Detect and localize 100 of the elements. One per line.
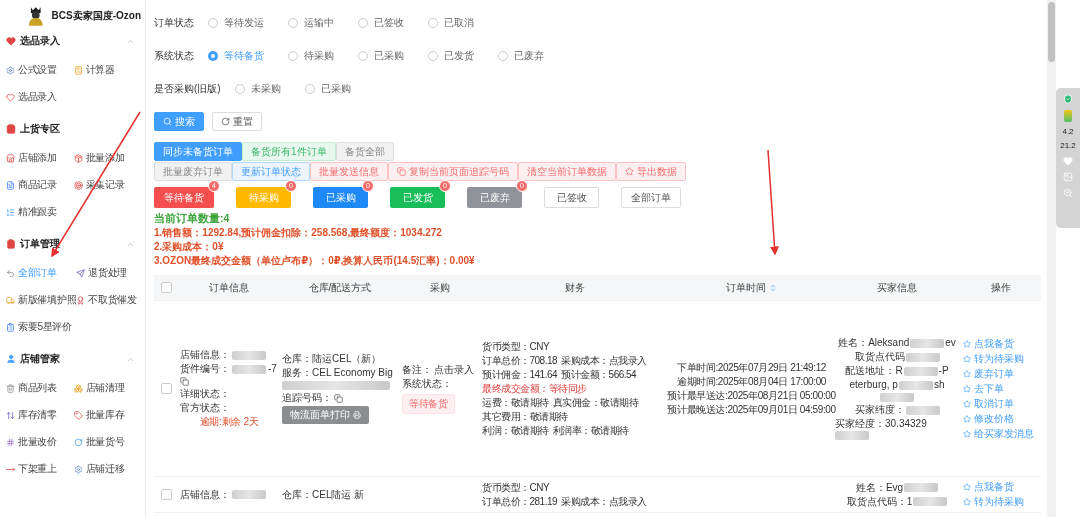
field-text: 店铺信息： bbox=[180, 349, 230, 361]
print-button[interactable]: 物流面单打印 bbox=[282, 406, 369, 424]
nav-item[interactable]: 计算器 bbox=[73, 61, 141, 79]
radio-option[interactable]: 待采购 bbox=[288, 48, 334, 63]
checkbox[interactable] bbox=[160, 282, 172, 293]
field-text: -7 bbox=[268, 363, 277, 375]
status-button[interactable]: 等待备货 bbox=[154, 187, 214, 208]
field-text: 追踪号码： bbox=[282, 392, 332, 404]
checkbox[interactable] bbox=[160, 383, 172, 394]
star-icon bbox=[963, 339, 971, 348]
field-text: 详细状态： bbox=[180, 388, 230, 400]
radio-option[interactable]: 已采购 bbox=[304, 81, 351, 96]
radio-option[interactable]: 未采购 bbox=[234, 81, 281, 96]
star-icon bbox=[963, 384, 971, 393]
time-text: 预计最晚送达:2025年09月01日 04:59:00 bbox=[667, 403, 836, 416]
list-icon bbox=[6, 207, 15, 217]
nav-item[interactable]: 下架重上 bbox=[6, 460, 74, 478]
box-icon bbox=[73, 153, 83, 163]
star-icon bbox=[963, 429, 971, 438]
nav-item[interactable]: 不取货催发 bbox=[76, 291, 141, 309]
refresh-icon bbox=[221, 117, 230, 126]
nav-item[interactable]: 商品记录 bbox=[6, 176, 74, 194]
checkbox[interactable] bbox=[160, 489, 172, 500]
finance-text: 货币类型：CNY bbox=[482, 340, 550, 353]
star-icon bbox=[963, 414, 971, 423]
radio-option[interactable]: 等待发运 bbox=[208, 15, 264, 30]
field-text: sh bbox=[933, 379, 945, 391]
field-text: 买家经度：30.34329 bbox=[835, 418, 927, 430]
nav-item[interactable]: 店铺添加 bbox=[6, 149, 74, 167]
field-text: 取货点代码：1 bbox=[846, 495, 913, 508]
copy-icon[interactable] bbox=[334, 393, 343, 403]
image-icon[interactable] bbox=[1063, 172, 1073, 182]
nav-item[interactable]: 库存清零 bbox=[6, 406, 74, 424]
nav-item[interactable]: 精准跟卖 bbox=[6, 203, 74, 221]
heart-icon[interactable] bbox=[1063, 156, 1073, 166]
radio-option[interactable]: 已废弃 bbox=[498, 48, 544, 63]
document-icon bbox=[6, 180, 15, 190]
column-header[interactable]: 订单时间 bbox=[726, 280, 777, 295]
store-icon bbox=[6, 153, 15, 163]
printer-icon bbox=[353, 411, 361, 419]
radio-option[interactable]: 已采购 bbox=[358, 48, 404, 63]
award-icon bbox=[76, 295, 86, 305]
nav-item[interactable]: 批量库存 bbox=[73, 406, 141, 424]
nav-item[interactable]: 批量改价 bbox=[6, 433, 74, 451]
field-text: 姓名：Aleksand bbox=[838, 337, 910, 349]
section-header[interactable]: 订单管理 bbox=[6, 233, 141, 255]
tag-icon bbox=[73, 410, 83, 420]
time-text: 下单时间:2025年07月29日 21:49:12 bbox=[677, 361, 826, 374]
action-button[interactable]: 批量废弃订单 bbox=[154, 162, 232, 181]
shield-icon[interactable] bbox=[1063, 94, 1073, 104]
deadline-text: 逾期:剩余 2天 bbox=[199, 416, 259, 428]
reset-button[interactable]: 重置 bbox=[212, 112, 262, 131]
nav-item[interactable]: 索要5星评价 bbox=[6, 318, 77, 336]
heart-icon bbox=[6, 92, 15, 102]
copy-icon[interactable] bbox=[180, 377, 189, 386]
status-button[interactable]: 已签收 bbox=[544, 187, 599, 208]
field-text: eterburg, p bbox=[849, 379, 898, 391]
field-text: 系统状态： bbox=[402, 377, 452, 390]
nav-item[interactable]: 采集记录 bbox=[73, 176, 141, 194]
finance-text: 采购成本：点我录入 bbox=[561, 354, 647, 367]
nav-item[interactable]: 公式设置 bbox=[6, 61, 74, 79]
nav-item[interactable]: 店铺迁移 bbox=[73, 460, 141, 478]
radio-option[interactable]: 已发货 bbox=[428, 48, 474, 63]
radio-option[interactable]: 已签收 bbox=[358, 15, 404, 30]
field-text: 店铺信息： bbox=[180, 488, 230, 501]
status-button[interactable]: 已采购 bbox=[313, 187, 368, 208]
arrows-icon bbox=[6, 410, 15, 420]
nav-item[interactable]: 商品列表 bbox=[6, 379, 74, 397]
radio-option[interactable]: 已取消 bbox=[428, 15, 474, 30]
scrollbar[interactable] bbox=[1047, 0, 1056, 517]
field-text: -P bbox=[938, 365, 949, 377]
app-icon[interactable] bbox=[1064, 110, 1072, 122]
radio-option[interactable]: 运输中 bbox=[288, 15, 334, 30]
nav-item[interactable]: 批量货号 bbox=[73, 433, 141, 451]
field-text: 官方状态： bbox=[180, 402, 230, 414]
gear-icon bbox=[73, 464, 83, 474]
filter-label: 系统状态 bbox=[154, 48, 194, 63]
nav-item[interactable]: 店铺清理 bbox=[73, 379, 141, 397]
sort-icon bbox=[769, 283, 777, 292]
nav-item[interactable]: 新版催填护照 bbox=[6, 291, 77, 309]
field-text: 备注： bbox=[402, 363, 432, 376]
action-button[interactable]: 备货全部 bbox=[335, 142, 394, 161]
section-header[interactable]: 选品录入 bbox=[6, 30, 141, 52]
status-tag: 等待备货 bbox=[402, 393, 455, 414]
bag-icon bbox=[6, 124, 16, 134]
clipboard-icon bbox=[6, 239, 16, 249]
section-header[interactable]: 上货专区 bbox=[6, 118, 141, 140]
search-icon bbox=[163, 117, 172, 126]
column-header: 操作 bbox=[991, 280, 1011, 295]
zoom-icon[interactable] bbox=[1063, 188, 1073, 198]
finance-text: 订单总价：281.19 bbox=[482, 495, 558, 508]
nav-item[interactable]: 选品录入 bbox=[6, 88, 74, 106]
nav-item[interactable]: 退货处理 bbox=[76, 264, 141, 282]
finance-text: 预计金额：566.54 bbox=[561, 368, 637, 381]
section-header[interactable]: 店铺管家 bbox=[6, 348, 141, 370]
finance-text: 采购成本：点我录入 bbox=[561, 495, 647, 508]
note-link[interactable]: 点击录入 bbox=[434, 363, 474, 376]
scrollbar-thumb[interactable] bbox=[1048, 2, 1055, 62]
time-text: 逾期时间:2025年08月04日 17:00:00 bbox=[677, 375, 826, 388]
status-button[interactable]: 全部订单 bbox=[621, 187, 681, 208]
